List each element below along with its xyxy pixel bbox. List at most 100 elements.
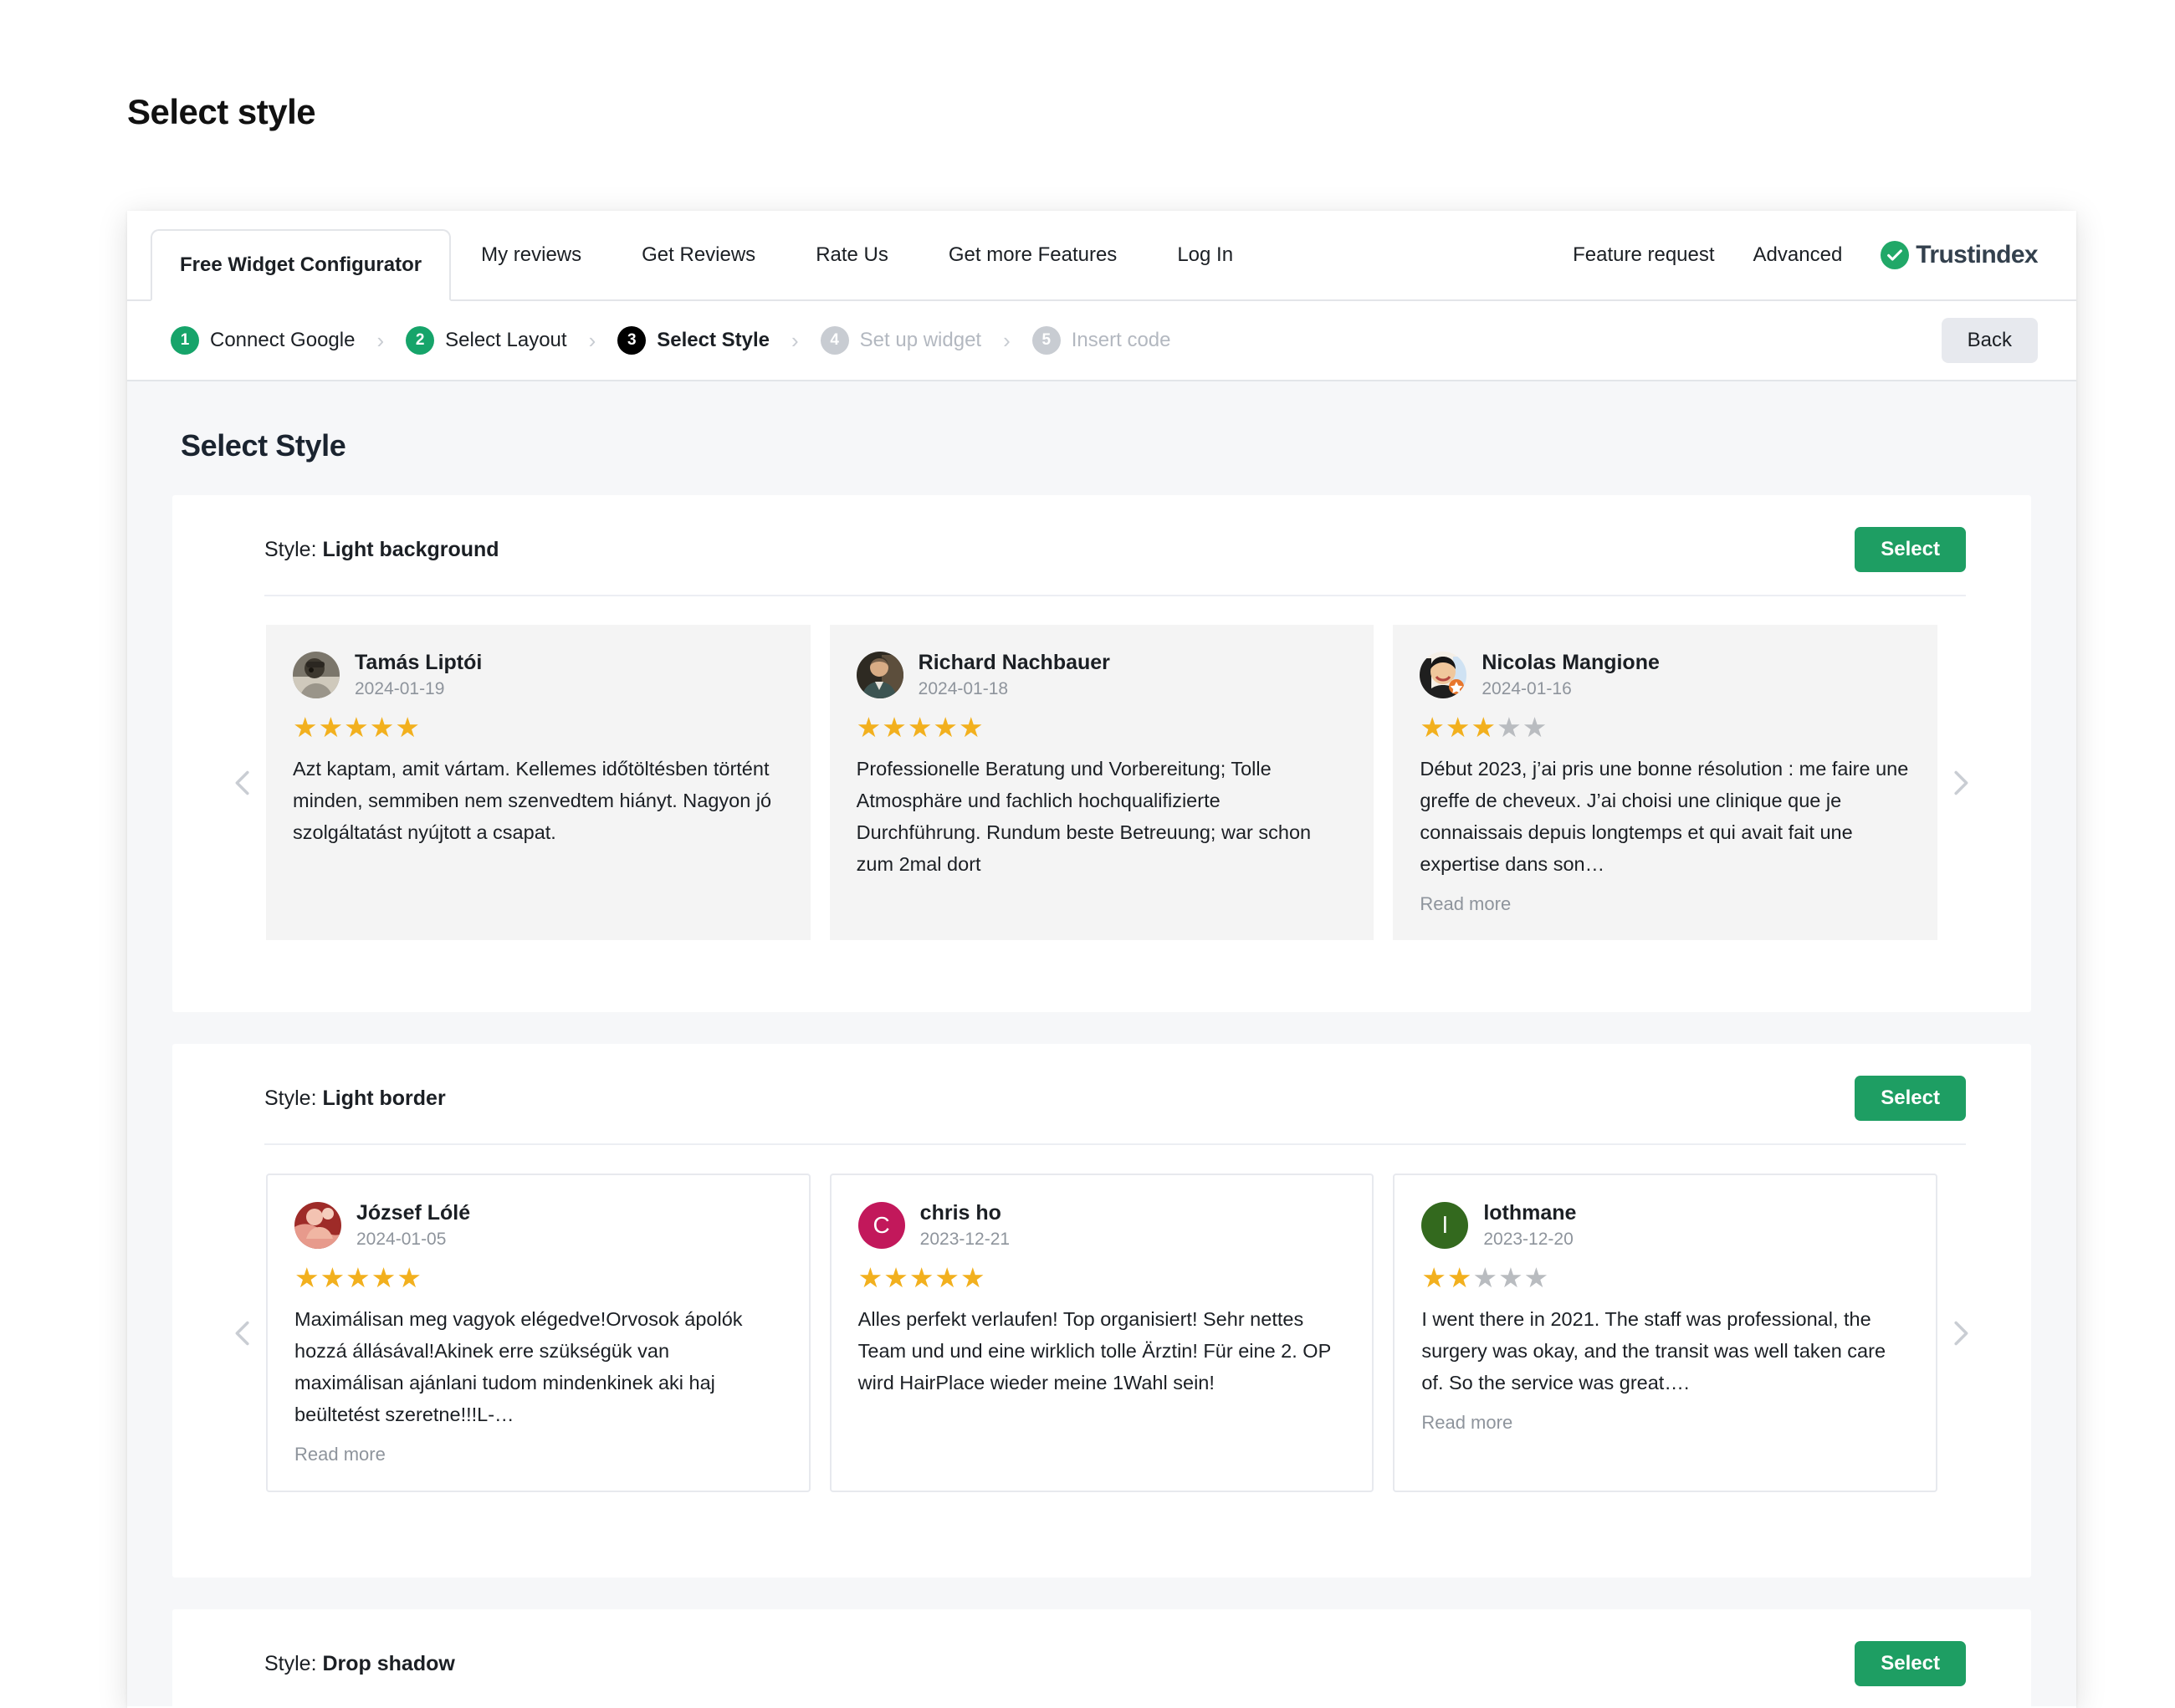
review-meta: Richard Nachbauer 2024-01-18 — [919, 652, 1110, 698]
select-button-drop-shadow[interactable]: Select — [1855, 1641, 1966, 1686]
star-rating: ★★★★★ — [857, 1262, 986, 1293]
link-advanced[interactable]: Advanced — [1753, 243, 1843, 267]
tab-label: Get more Features — [948, 243, 1118, 266]
review-text: I went there in 2021. The staff was prof… — [1421, 1308, 1886, 1394]
reviewer-name: Tamás Liptói — [355, 651, 483, 675]
review-header: Tamás Liptói 2024-01-19 — [293, 652, 784, 698]
chevron-left-icon[interactable] — [219, 1317, 266, 1350]
main-content: Select Style Style: Light background Sel… — [127, 381, 2076, 1706]
review-date: 2023-12-20 — [1483, 1229, 1574, 1249]
progress-steps-bar: 1 Connect Google › 2 Select Layout › 3 S… — [127, 301, 2076, 381]
tab-label: Log In — [1177, 243, 1234, 266]
nav-right-group: Feature request Advanced Trustindex — [1573, 211, 2076, 299]
star-rating: ★★★★★ — [293, 712, 421, 743]
review-meta: Tamás Liptói 2024-01-19 — [355, 652, 482, 698]
style-value: Light border — [322, 1086, 446, 1110]
read-more-link[interactable]: Read more — [1421, 1412, 1909, 1434]
review-header: C chris ho 2023-12-21 — [857, 1202, 1346, 1249]
tab-label: Get Reviews — [642, 243, 756, 266]
link-feature-request[interactable]: Feature request — [1573, 243, 1714, 267]
nav-tabs: Free Widget Configurator My reviews Get … — [127, 211, 1263, 301]
style-name: Style: Light background — [264, 538, 499, 562]
chevron-right-icon: › — [1003, 327, 1011, 353]
tab-label: Rate Us — [816, 243, 888, 266]
tab-get-reviews[interactable]: Get Reviews — [612, 211, 786, 299]
step-connect-google[interactable]: 1 Connect Google — [171, 326, 355, 355]
review-text: Maximálisan meg vagyok elégedve!Orvosok … — [294, 1308, 743, 1426]
style-name: Style: Drop shadow — [264, 1652, 455, 1676]
step-select-style[interactable]: 3 Select Style — [617, 326, 770, 355]
style-prefix: Style: — [264, 1651, 323, 1675]
select-button-light-border[interactable]: Select — [1855, 1076, 1966, 1121]
tab-my-reviews[interactable]: My reviews — [451, 211, 612, 299]
style-header: Style: Light border Select — [212, 1076, 1991, 1121]
review-card: l lothmane 2023-12-20 ★★★★★ I went there… — [1393, 1174, 1938, 1493]
check-circle-icon — [1881, 241, 1910, 269]
avatar-letter: C — [873, 1212, 890, 1238]
step-set-up-widget: 4 Set up widget — [820, 326, 981, 355]
review-card: Nicolas Mangione 2024-01-16 ★★★★★ Début … — [1393, 625, 1938, 941]
chevron-right-icon[interactable] — [1937, 766, 1984, 800]
tab-get-more-features[interactable]: Get more Features — [919, 211, 1147, 299]
avatar-initial: C — [857, 1202, 905, 1249]
review-header: l lothmane 2023-12-20 — [1421, 1202, 1909, 1249]
read-more-link[interactable]: Read more — [294, 1444, 782, 1465]
page-heading: Select Style — [181, 428, 346, 463]
avatar — [294, 1202, 341, 1249]
tab-label: My reviews — [481, 243, 582, 266]
star-rating: ★★★★★ — [856, 712, 985, 743]
step-label: Select Layout — [445, 329, 567, 351]
back-button[interactable]: Back — [1941, 318, 2038, 363]
trustindex-logo[interactable]: Trustindex — [1881, 241, 2039, 269]
review-meta: lothmane 2023-12-20 — [1483, 1202, 1576, 1249]
style-value: Light background — [322, 537, 499, 561]
divider — [264, 1143, 1966, 1145]
style-header: Style: Light background Select — [212, 527, 1991, 572]
step-label: Insert code — [1071, 329, 1171, 351]
reviewer-name: József Lólé — [356, 1201, 471, 1225]
chevron-left-icon[interactable] — [219, 766, 266, 800]
review-text: Début 2023, j’ai pris une bonne résoluti… — [1420, 758, 1909, 876]
read-more-link[interactable]: Read more — [1420, 893, 1911, 915]
reviewer-name: chris ho — [919, 1201, 1001, 1225]
review-date: 2024-01-19 — [355, 678, 445, 698]
chevron-right-icon[interactable] — [1937, 1317, 1984, 1350]
avatar-letter: l — [1442, 1212, 1448, 1238]
review-date: 2023-12-21 — [919, 1229, 1011, 1249]
select-button-light-background[interactable]: Select — [1855, 527, 1966, 572]
review-header: József Lólé 2024-01-05 — [294, 1202, 782, 1249]
reviews-carousel: József Lólé 2024-01-05 ★★★★★ Maximálisan… — [212, 1174, 1991, 1493]
step-number: 3 — [617, 326, 647, 355]
reviews-carousel: Tamás Liptói 2024-01-19 ★★★★★ Azt kaptam… — [212, 625, 1991, 941]
tab-log-in[interactable]: Log In — [1147, 211, 1263, 299]
avatar — [293, 652, 340, 698]
style-header: Style: Drop shadow Select — [212, 1641, 1991, 1686]
style-prefix: Style: — [264, 1086, 323, 1110]
step-insert-code: 5 Insert code — [1031, 326, 1171, 355]
review-date: 2024-01-18 — [918, 678, 1009, 698]
review-text: Azt kaptam, amit vártam. Kellemes időtöl… — [293, 758, 772, 844]
style-value: Drop shadow — [322, 1651, 455, 1675]
review-meta: Nicolas Mangione 2024-01-16 — [1482, 652, 1660, 698]
top-nav-bar: Free Widget Configurator My reviews Get … — [127, 211, 2076, 301]
avatar-initial: l — [1421, 1202, 1469, 1249]
style-prefix: Style: — [264, 537, 323, 561]
avatar — [1420, 652, 1467, 698]
step-number: 4 — [820, 326, 849, 355]
tab-rate-us[interactable]: Rate Us — [786, 211, 919, 299]
divider — [264, 595, 1966, 596]
style-option-light-border: Style: Light border Select József Lólé 2… — [172, 1044, 2031, 1578]
tab-label: Free Widget Configurator — [180, 253, 422, 276]
chevron-right-icon: › — [376, 327, 385, 353]
review-meta: chris ho 2023-12-21 — [920, 1202, 1010, 1249]
tab-free-widget-configurator[interactable]: Free Widget Configurator — [151, 229, 452, 301]
step-select-layout[interactable]: 2 Select Layout — [406, 326, 567, 355]
page-title: Select style — [127, 92, 316, 131]
review-date: 2024-01-16 — [1482, 678, 1572, 698]
step-number: 1 — [171, 326, 199, 355]
review-header: Nicolas Mangione 2024-01-16 — [1420, 652, 1911, 698]
star-rating: ★★★★★ — [294, 1262, 422, 1293]
review-header: Richard Nachbauer 2024-01-18 — [856, 652, 1348, 698]
review-card: József Lólé 2024-01-05 ★★★★★ Maximálisan… — [266, 1174, 811, 1493]
style-option-light-background: Style: Light background Select Tamás Lip… — [172, 495, 2031, 1012]
